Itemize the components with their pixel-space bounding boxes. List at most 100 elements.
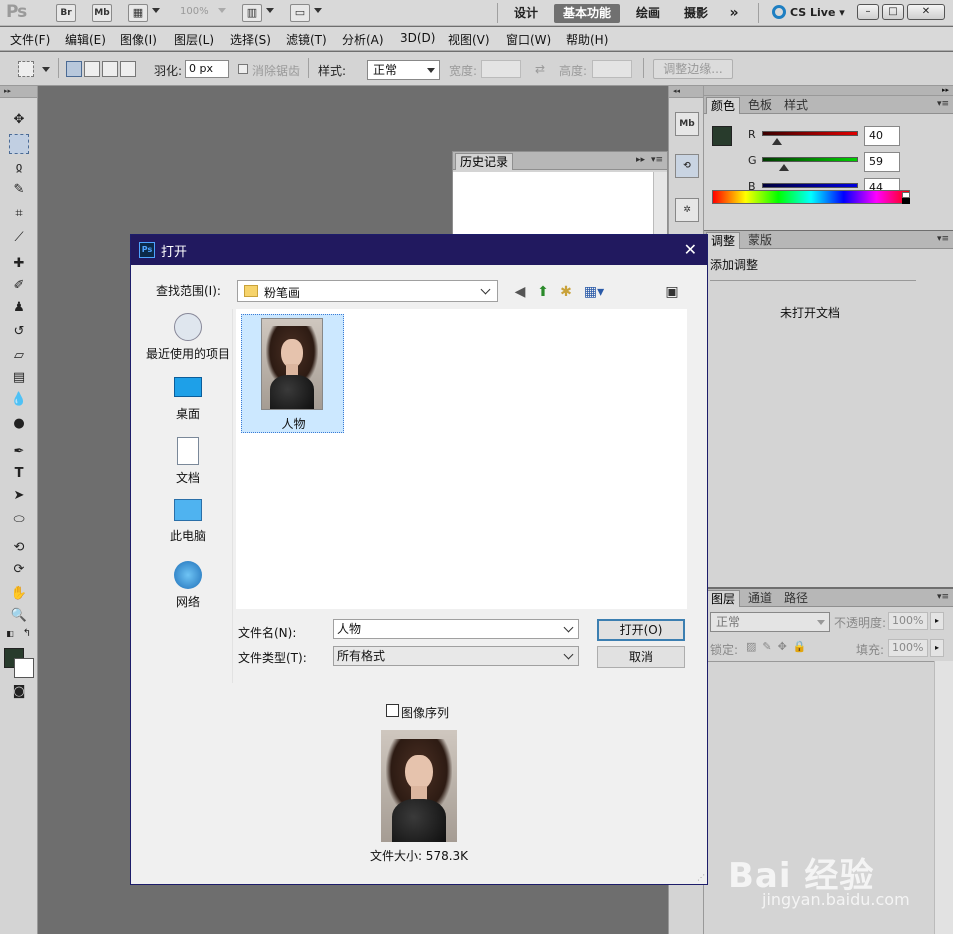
menu-help[interactable]: 帮助(H) (566, 31, 608, 48)
tab-adjustments[interactable]: 调整 (706, 232, 741, 249)
lock-icons[interactable]: ▨✎✥🔒 (746, 640, 813, 653)
view-menu-icon[interactable]: ▦▾ (581, 283, 607, 301)
antialias-checkbox[interactable] (238, 64, 248, 74)
fill-stepper[interactable]: ▸ (930, 639, 944, 657)
filename-input[interactable]: 人物 (333, 619, 579, 639)
width-input[interactable] (481, 60, 521, 78)
view-extras-button[interactable]: ▦ (128, 4, 148, 22)
black-swatch[interactable] (902, 198, 910, 204)
3d-rotate-tool-icon[interactable]: ⟲ (9, 538, 29, 558)
menu-view[interactable]: 视图(V) (448, 31, 490, 48)
image-sequence-checkbox[interactable] (386, 704, 399, 717)
dialog-title-bar[interactable]: Ps 打开 ✕ (131, 235, 707, 265)
hand-tool-icon[interactable]: ✋ (9, 584, 29, 604)
brush-tool-icon[interactable]: ✐ (9, 276, 29, 296)
workspace-painting[interactable]: 绘画 (628, 4, 668, 23)
default-colors-icon[interactable]: ◧ (4, 628, 16, 640)
eyedropper-tool-icon[interactable]: ⟋ (9, 228, 29, 248)
menu-file[interactable]: 文件(F) (10, 31, 50, 48)
tab-layers[interactable]: 图层 (706, 590, 741, 607)
color-ramp[interactable] (712, 190, 910, 204)
slider-track-g[interactable] (762, 157, 858, 162)
tab-history[interactable]: 历史记录 (455, 153, 514, 170)
place-documents[interactable]: 文档 (143, 437, 233, 486)
zoom-tool-icon[interactable]: 🔍 (9, 606, 29, 626)
layers-scrollbar[interactable] (934, 661, 953, 934)
workspace-more-button[interactable]: » (722, 4, 746, 23)
menu-select[interactable]: 选择(S) (230, 31, 271, 48)
refine-edge-button[interactable]: 调整边缘... (653, 59, 733, 79)
foreground-color-swatch[interactable] (712, 126, 732, 146)
quick-mask-icon[interactable]: ◙ (9, 682, 29, 702)
height-input[interactable] (592, 60, 632, 78)
chevron-down-icon[interactable] (266, 8, 274, 13)
dodge-tool-icon[interactable]: ● (9, 414, 29, 434)
gradient-tool-icon[interactable]: ▤ (9, 368, 29, 388)
tab-masks[interactable]: 蒙版 (744, 232, 776, 249)
place-this-pc[interactable]: 此电脑 (143, 499, 233, 544)
place-recent[interactable]: 最近使用的项目 (143, 313, 233, 362)
place-desktop[interactable]: 桌面 (143, 377, 233, 422)
minimize-button[interactable]: – (857, 4, 879, 20)
maximize-button[interactable]: □ (882, 4, 904, 20)
new-folder-icon[interactable]: ✱ (557, 283, 575, 301)
tab-paths[interactable]: 路径 (780, 590, 812, 607)
tab-color[interactable]: 颜色 (706, 97, 741, 114)
rectangular-marquee-tool-icon[interactable] (9, 134, 29, 154)
style-select[interactable]: 正常 (367, 60, 440, 80)
screen-mode-button[interactable]: ▭ (290, 4, 310, 22)
clone-stamp-tool-icon[interactable]: ♟ (9, 298, 29, 318)
menu-edit[interactable]: 编辑(E) (65, 31, 106, 48)
slider-track-b[interactable] (762, 183, 858, 188)
back-icon[interactable]: ◀ (511, 283, 529, 301)
chevron-down-icon[interactable] (563, 622, 574, 633)
lasso-tool-icon[interactable]: ჲ (9, 158, 29, 178)
favorites-icon[interactable]: ▣ (663, 283, 681, 301)
slider-thumb-g[interactable] (779, 164, 790, 171)
zoom-level[interactable]: 100% (180, 6, 209, 17)
place-network[interactable]: 网络 (143, 561, 233, 610)
cs-live-button[interactable]: CS Live ▾ (772, 4, 845, 22)
workspace-design[interactable]: 设计 (508, 4, 544, 23)
resize-grip-icon[interactable]: ⋰ (697, 873, 705, 882)
cancel-button[interactable]: 取消 (597, 646, 685, 668)
slider-thumb-r[interactable] (772, 138, 783, 145)
menu-window[interactable]: 窗口(W) (506, 31, 551, 48)
marquee-preset-icon[interactable] (18, 61, 34, 77)
slider-value-r[interactable]: 40 (864, 126, 900, 146)
look-in-select[interactable]: 粉笔画 (237, 280, 498, 302)
collapse-icon[interactable]: ▸▸ (636, 155, 645, 165)
intersect-selection-icon[interactable] (120, 61, 136, 77)
fill-input[interactable]: 100% (888, 639, 928, 657)
icon-strip-header[interactable]: ◂◂ (669, 86, 703, 98)
mini-bridge-button[interactable]: Mb (92, 4, 112, 22)
workspace-essentials[interactable]: 基本功能 (554, 4, 620, 23)
3d-orbit-tool-icon[interactable]: ⟳ (9, 560, 29, 580)
up-folder-icon[interactable]: ⬆ (534, 283, 552, 301)
close-icon[interactable]: ✕ (684, 240, 697, 259)
ellipse-tool-icon[interactable]: ⬭ (9, 510, 29, 530)
tab-channels[interactable]: 通道 (744, 590, 776, 607)
menu-analysis[interactable]: 分析(A) (342, 31, 384, 48)
menu-layer[interactable]: 图层(L) (174, 31, 214, 48)
pen-tool-icon[interactable]: ✒ (9, 442, 29, 462)
slider-track-r[interactable] (762, 131, 858, 136)
blend-mode-select[interactable]: 正常 (710, 612, 830, 632)
crop-tool-icon[interactable]: ⌗ (9, 204, 29, 224)
chevron-down-icon[interactable] (42, 67, 50, 72)
history-list[interactable] (453, 172, 653, 240)
bridge-button[interactable]: Br (56, 4, 76, 22)
move-tool-icon[interactable]: ✥ (9, 110, 29, 130)
filetype-select[interactable]: 所有格式 (333, 646, 579, 666)
blur-tool-icon[interactable]: 💧 (9, 390, 29, 410)
tools-panel-header[interactable]: ▸▸ (0, 86, 37, 98)
history-scrollbar[interactable] (653, 172, 667, 240)
panel-dock-header[interactable]: ▸▸ (704, 86, 953, 96)
history-brush-tool-icon[interactable]: ↺ (9, 322, 29, 342)
new-selection-icon[interactable] (66, 61, 82, 77)
workspace-photography[interactable]: 摄影 (676, 4, 716, 23)
chevron-down-icon[interactable] (152, 8, 160, 13)
path-selection-tool-icon[interactable]: ➤ (9, 486, 29, 506)
menu-image[interactable]: 图像(I) (120, 31, 157, 48)
chevron-down-icon[interactable] (314, 8, 322, 13)
